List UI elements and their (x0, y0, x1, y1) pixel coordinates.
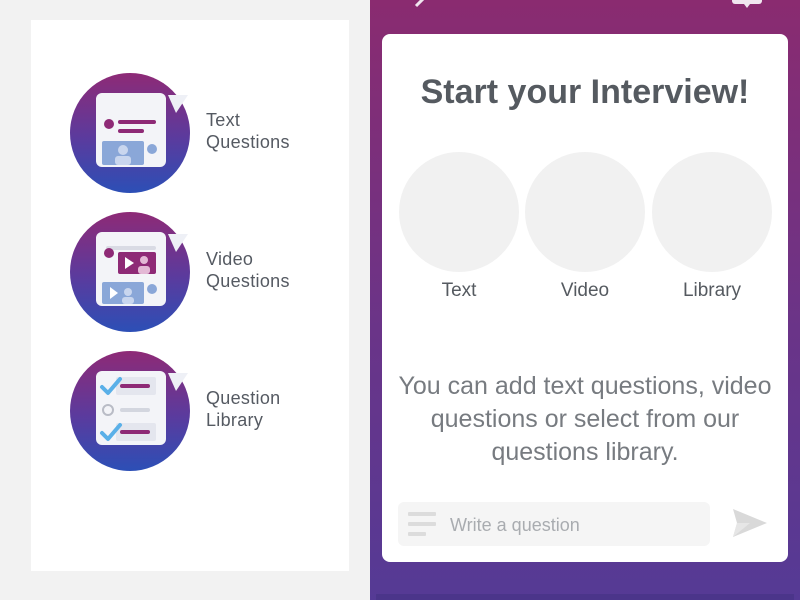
feature-label: Text Questions (206, 110, 290, 152)
option-video-label: Video (560, 280, 610, 301)
option-text[interactable]: Text (399, 152, 519, 302)
bottom-bar (376, 594, 794, 600)
option-video-circle[interactable] (525, 152, 645, 272)
text-questions-icon (70, 73, 190, 193)
phone-screen: Start your Interview! Text Video Library… (370, 0, 800, 600)
feature-label: Question Library (206, 388, 281, 430)
option-library[interactable]: Library (652, 152, 772, 302)
feature-label: Video Questions (206, 249, 290, 291)
interview-card: Start your Interview! Text Video Library… (382, 34, 788, 562)
send-button[interactable] (730, 506, 770, 542)
chat-icon[interactable] (732, 0, 762, 8)
option-text-circle[interactable] (399, 152, 519, 272)
question-library-icon (70, 351, 190, 471)
option-library-circle[interactable] (652, 152, 772, 272)
text-lines-icon (408, 512, 436, 536)
option-library-label: Library (682, 280, 742, 301)
option-text-label: Text (441, 280, 477, 301)
instructions-text: You can add text questions, video questi… (398, 372, 772, 466)
page-title: Start your Interview! (420, 73, 750, 111)
question-input[interactable] (448, 502, 702, 548)
question-composer (398, 502, 710, 548)
feature-video-questions: Video Questions (70, 212, 320, 332)
option-video[interactable]: Video (525, 152, 645, 302)
video-questions-icon (70, 212, 190, 332)
feature-panel: Text Questions Video Questions Question … (31, 20, 349, 571)
back-arrow-icon[interactable] (410, 0, 440, 8)
feature-question-library: Question Library (70, 351, 320, 471)
send-icon (733, 508, 767, 537)
feature-text-questions: Text Questions (70, 73, 320, 193)
